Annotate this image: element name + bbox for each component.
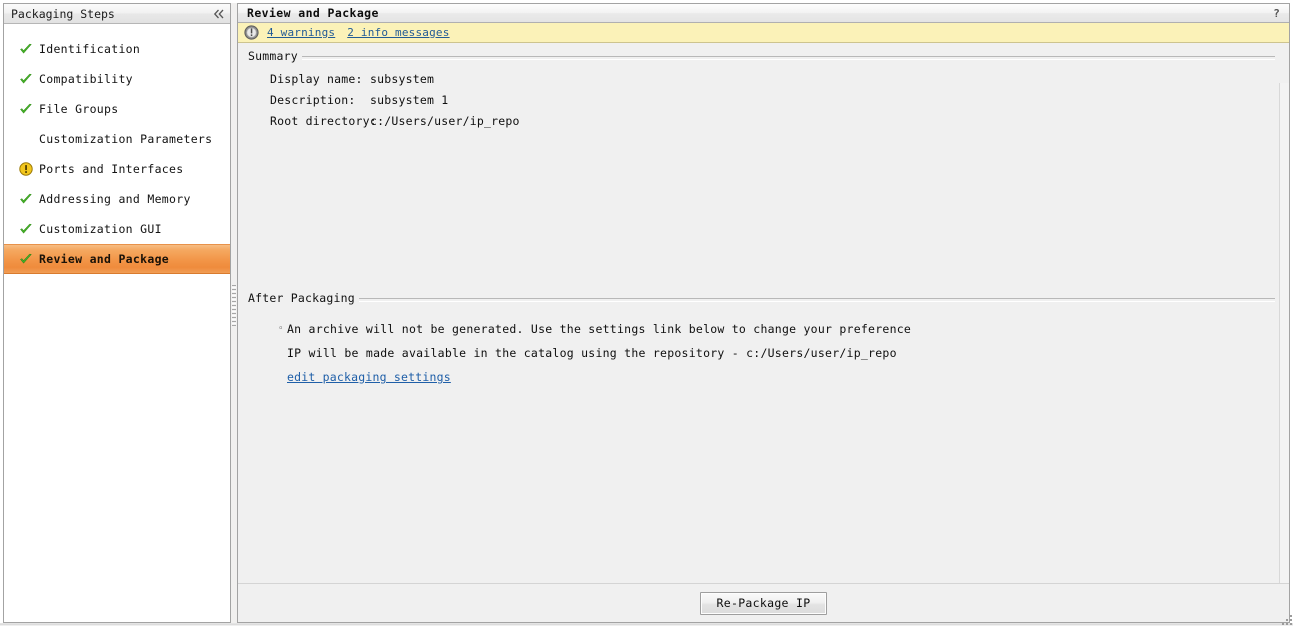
resize-grip[interactable] [1279,612,1292,625]
sidebar-item-customization-parameters[interactable]: Customization Parameters [4,124,230,154]
sidebar-item-review-and-package[interactable]: Review and Package [4,244,230,274]
vertical-scrollbar[interactable] [1279,83,1289,583]
after-packaging-section-header: After Packaging [248,291,1275,305]
re-package-ip-button[interactable]: Re-Package IP [699,591,828,615]
field-value: c:/Users/user/ip_repo [370,114,520,128]
after-packaging-line-2: IP will be made available in the catalog… [278,341,1275,365]
bullet-icon: ◦ [278,323,284,334]
sidebar-item-label: Addressing and Memory [39,192,191,206]
after-packaging-text-1: An archive will not be generated. Use th… [287,322,912,336]
sidebar-item-file-groups[interactable]: File Groups [4,94,230,124]
summary-field-description: Description: subsystem 1 [270,93,1275,114]
sidebar-item-addressing-and-memory[interactable]: Addressing and Memory [4,184,230,214]
review-content: Summary Display name: subsystem Descript… [238,43,1289,583]
check-icon [18,41,34,57]
sidebar-item-identification[interactable]: Identification [4,34,230,64]
summary-field-root-directory: Root directory: c:/Users/user/ip_repo [270,114,1275,135]
summary-field-display-name: Display name: subsystem [270,72,1275,93]
info-icon [244,25,259,40]
field-label: Description: [270,93,356,107]
field-value: subsystem 1 [370,93,449,107]
section-divider [301,55,1275,60]
splitter-grip[interactable] [232,285,236,327]
after-packaging-line-1: ◦ An archive will not be generated. Use … [278,317,1275,341]
after-packaging-text-2: IP will be made available in the catalog… [287,346,897,360]
field-value: subsystem [370,72,435,86]
warning-icon [18,161,34,177]
sidebar-item-compatibility[interactable]: Compatibility [4,64,230,94]
field-label: Root directory: [270,114,377,128]
sidebar-item-label: File Groups [39,102,119,116]
field-label: Display name: [270,72,363,86]
check-icon [18,251,34,267]
package-ip-window: Packaging Steps Identification Compatibi… [0,0,1293,626]
summary-heading: Summary [248,49,298,63]
message-bar: 4 warnings 2 info messages [238,23,1289,43]
packaging-steps-header: Packaging Steps [4,4,230,24]
check-icon [18,101,34,117]
review-and-package-header: Review and Package ? [238,4,1289,23]
footer-bar: Re-Package IP [238,583,1289,622]
after-packaging-lines: ◦ An archive will not be generated. Use … [278,317,1275,389]
no-icon-placeholder [18,131,34,147]
info-messages-link[interactable]: 2 info messages [347,26,449,39]
packaging-steps-title: Packaging Steps [11,6,115,21]
after-packaging-link-row: edit packaging settings [278,365,1275,389]
sidebar-item-label: Compatibility [39,72,133,86]
review-and-package-panel: Review and Package ? 4 warnings 2 info m… [237,3,1290,623]
chevron-double-left-icon[interactable] [212,7,226,21]
after-packaging-heading: After Packaging [248,291,355,305]
after-packaging-section: After Packaging ◦ An archive will not be… [248,291,1275,389]
sidebar-item-label: Customization Parameters [39,132,213,146]
summary-fields: Display name: subsystem Description: sub… [270,72,1275,135]
edit-packaging-settings-link[interactable]: edit packaging settings [278,370,451,384]
sidebar-item-label: Review and Package [39,252,170,266]
packaging-steps-panel: Packaging Steps Identification Compatibi… [3,3,231,623]
summary-section: Summary Display name: subsystem Descript… [248,49,1275,135]
section-divider [358,297,1275,302]
sidebar-item-label: Customization GUI [39,222,162,236]
packaging-steps-list: Identification Compatibility File Groups… [4,24,230,622]
check-icon [18,191,34,207]
help-icon[interactable]: ? [1270,7,1283,20]
sidebar-item-label: Ports and Interfaces [39,162,184,176]
warnings-link[interactable]: 4 warnings [267,26,335,39]
sidebar-item-label: Identification [39,42,141,56]
check-icon [18,221,34,237]
sidebar-item-ports-and-interfaces[interactable]: Ports and Interfaces [4,154,230,184]
summary-section-header: Summary [248,49,1275,63]
page-title: Review and Package [247,6,379,20]
check-icon [18,71,34,87]
sidebar-item-customization-gui[interactable]: Customization GUI [4,214,230,244]
